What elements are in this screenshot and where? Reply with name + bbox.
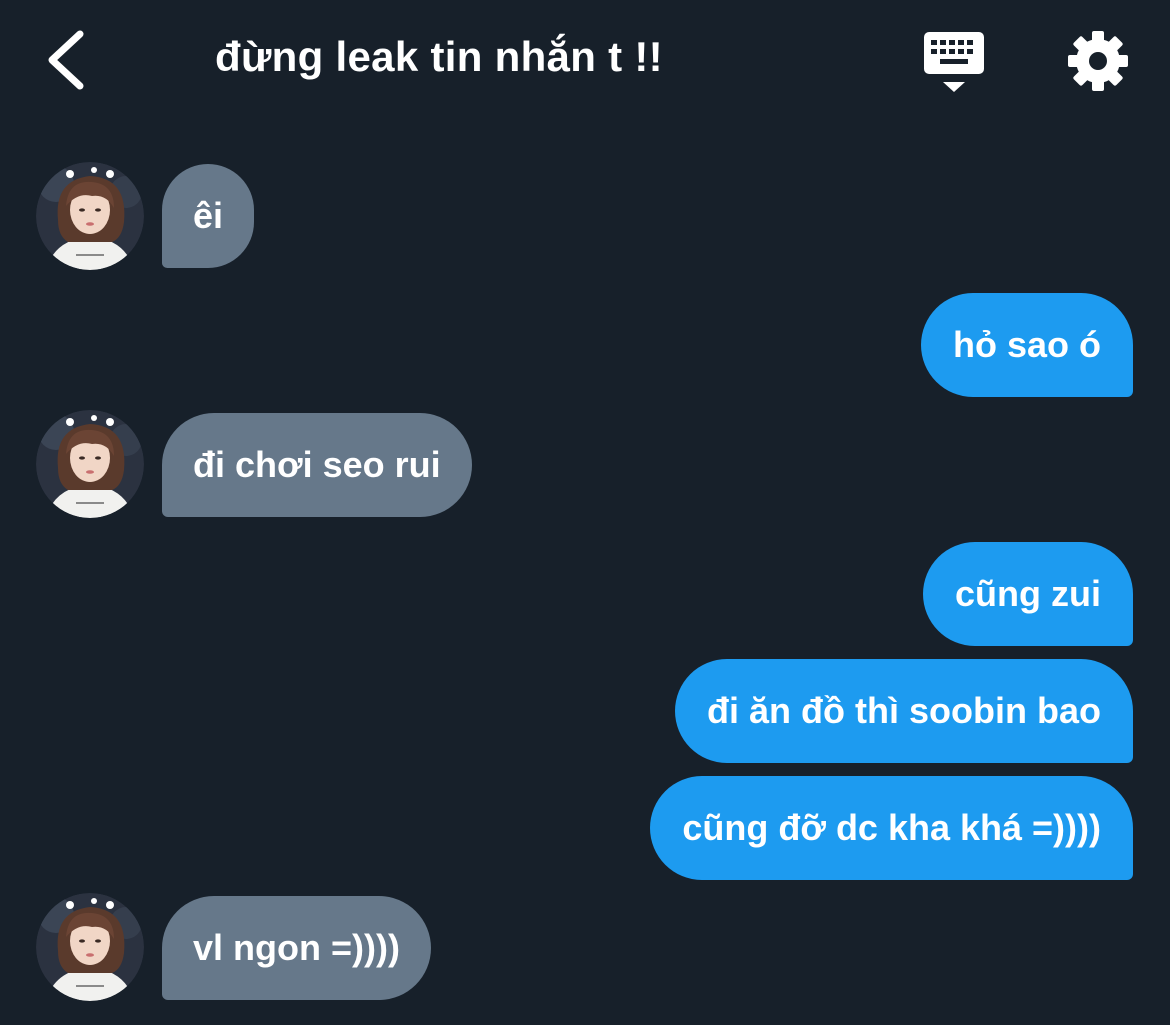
incoming-message-bubble[interactable]: vl ngon =)))) bbox=[162, 896, 431, 1000]
incoming-message-bubble[interactable]: đi chơi seo rui bbox=[162, 413, 472, 517]
back-button[interactable] bbox=[40, 28, 100, 92]
conversation-title: đừng leak tin nhắn t !! bbox=[215, 33, 663, 80]
chevron-left-icon bbox=[48, 30, 84, 90]
outgoing-message-bubble[interactable]: cũng zui bbox=[923, 542, 1133, 646]
keyboard-icon bbox=[924, 32, 984, 92]
avatar[interactable] bbox=[36, 162, 144, 270]
profile-photo bbox=[36, 893, 144, 1001]
outgoing-message-bubble[interactable]: hỏ sao ó bbox=[920, 293, 1133, 397]
avatar[interactable] bbox=[36, 893, 144, 1001]
settings-button[interactable] bbox=[1066, 30, 1130, 92]
incoming-message-bubble[interactable]: êi bbox=[162, 164, 255, 268]
keyboard-button[interactable] bbox=[920, 30, 988, 94]
outgoing-message-bubble[interactable]: đi ăn đồ thì soobin bao bbox=[675, 659, 1133, 763]
profile-photo bbox=[36, 410, 144, 518]
conversation-header: đừng leak tin nhắn t !! bbox=[0, 0, 1170, 125]
gear-icon bbox=[1068, 31, 1128, 91]
profile-photo bbox=[36, 162, 144, 270]
avatar[interactable] bbox=[36, 410, 144, 518]
outgoing-message-bubble[interactable]: cũng đỡ dc kha khá =)))) bbox=[650, 776, 1133, 880]
